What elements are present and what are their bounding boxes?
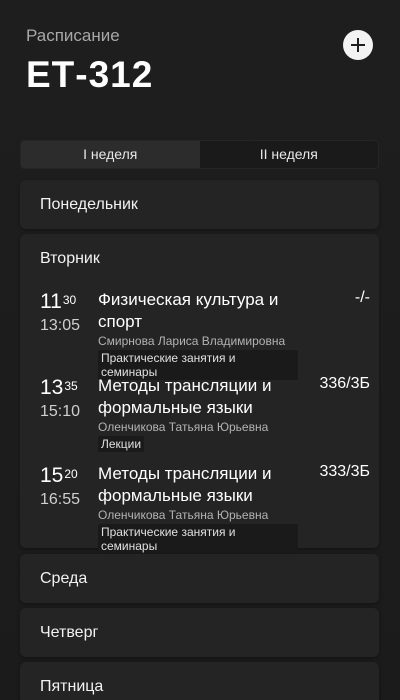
lesson-times: 1520 16:55 bbox=[40, 465, 92, 509]
lesson-end-time: 16:55 bbox=[40, 491, 81, 508]
lesson-info: Методы трансляции и формальные языки Оле… bbox=[98, 463, 298, 555]
lesson-start-time: 1130 bbox=[40, 290, 77, 313]
lesson-item[interactable]: 1335 15:10 Методы трансляции и формальны… bbox=[40, 375, 370, 457]
tab-week-1[interactable]: I неделя bbox=[21, 141, 200, 168]
lesson-type-badge: Практические занятия и семинары bbox=[98, 524, 298, 554]
lesson-teacher: Смирнова Лариса Владимировна bbox=[98, 334, 286, 348]
lesson-item[interactable]: 1520 16:55 Методы трансляции и формальны… bbox=[40, 463, 370, 554]
lesson-end-time: 13:05 bbox=[40, 317, 81, 334]
day-title-tuesday: Вторник bbox=[40, 250, 100, 267]
lesson-end-time: 15:10 bbox=[40, 403, 81, 420]
lesson-item[interactable]: 1130 13:05 Физическая культура и спорт С… bbox=[40, 289, 370, 380]
day-title-friday: Пятница bbox=[40, 678, 104, 695]
lesson-times: 1335 15:10 bbox=[40, 377, 92, 421]
tab-week-2[interactable]: II неделя bbox=[200, 141, 379, 168]
week-tabs: I неделя II неделя bbox=[20, 140, 379, 169]
header: Расписание ЕТ-312 bbox=[26, 26, 153, 96]
schedule-screen: Расписание ЕТ-312 I неделя II неделя Пон… bbox=[0, 0, 400, 700]
day-card-monday[interactable]: Понедельник bbox=[20, 180, 379, 229]
lesson-start-time: 1520 bbox=[40, 464, 78, 487]
day-title-monday: Понедельник bbox=[40, 196, 138, 213]
lesson-start-time: 1335 bbox=[40, 376, 78, 399]
lesson-teacher: Оленчикова Татьяна Юрьевна bbox=[98, 420, 269, 434]
lesson-room: 336/3Б bbox=[319, 375, 370, 392]
day-title-wednesday: Среда bbox=[40, 570, 88, 587]
lesson-subject: Методы трансляции и формальные языки bbox=[98, 376, 272, 417]
day-card-wednesday[interactable]: Среда bbox=[20, 554, 379, 603]
lesson-teacher: Оленчикова Татьяна Юрьевна bbox=[98, 508, 269, 522]
lesson-room: -/- bbox=[354, 289, 370, 306]
day-card-tuesday[interactable]: Вторник 1130 13:05 Физическая культура и… bbox=[20, 234, 379, 554]
day-card-thursday[interactable]: Четверг bbox=[20, 608, 379, 657]
lesson-room: 333/3Б bbox=[319, 463, 370, 480]
add-plus-icon[interactable] bbox=[343, 30, 373, 60]
day-title-thursday: Четверг bbox=[40, 624, 99, 641]
lesson-subject: Методы трансляции и формальные языки bbox=[98, 464, 272, 505]
lesson-type-badge: Лекции bbox=[98, 436, 145, 452]
screen-caption: Расписание bbox=[26, 26, 120, 45]
lesson-subject: Физическая культура и спорт bbox=[98, 290, 279, 331]
group-title: ЕТ-312 bbox=[26, 54, 154, 95]
lesson-times: 1130 13:05 bbox=[40, 291, 92, 335]
lesson-info: Методы трансляции и формальные языки Оле… bbox=[98, 375, 298, 453]
lesson-info: Физическая культура и спорт Смирнова Лар… bbox=[98, 289, 298, 381]
day-card-friday[interactable]: Пятница bbox=[20, 662, 379, 700]
